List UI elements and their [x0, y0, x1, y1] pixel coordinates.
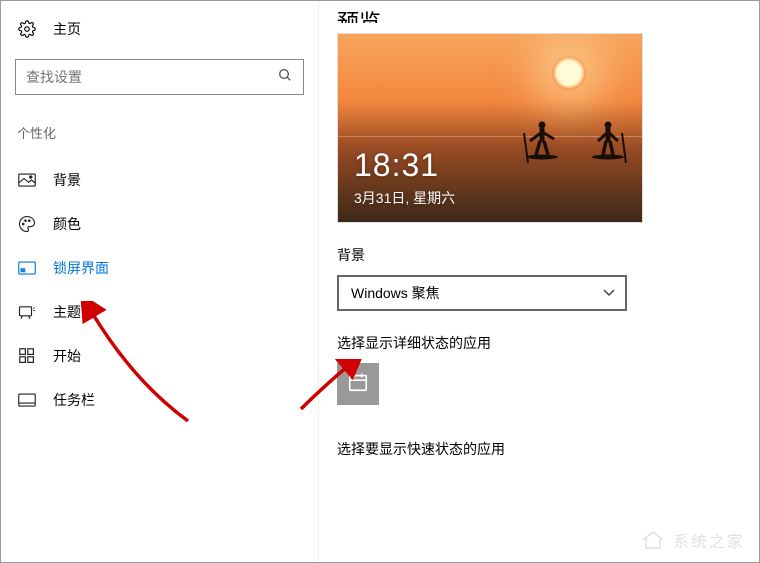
app-selector-calendar[interactable] — [337, 363, 379, 405]
preview-time: 18:31 — [354, 147, 439, 184]
palette-icon — [17, 215, 37, 233]
page-title: 预览 — [337, 5, 731, 23]
main-content: 预览 18:31 3月31日, 星期六 背景 Windows 聚焦 选择显示详细… — [319, 1, 759, 562]
sidebar-item-start[interactable]: 开始 — [15, 334, 304, 378]
search-input[interactable] — [26, 69, 277, 85]
sidebar-item-label: 锁屏界面 — [53, 258, 109, 278]
sidebar-item-color[interactable]: 颜色 — [15, 202, 304, 246]
sidebar: 主页 个性化 背景 颜色 锁屏界面 — [1, 1, 319, 562]
picture-icon — [17, 173, 37, 187]
sun-graphic — [552, 56, 586, 90]
theme-icon — [17, 304, 37, 320]
watermark: 系统之家 — [639, 528, 745, 552]
preview-date: 3月31日, 星期六 — [354, 188, 455, 208]
search-input-container[interactable] — [15, 59, 304, 95]
chevron-down-icon — [603, 286, 615, 300]
sidebar-item-label: 背景 — [53, 170, 81, 190]
home-label: 主页 — [53, 19, 81, 39]
background-label: 背景 — [337, 245, 731, 265]
background-dropdown[interactable]: Windows 聚焦 — [337, 275, 627, 311]
start-icon — [17, 348, 37, 364]
sidebar-item-background[interactable]: 背景 — [15, 158, 304, 202]
dropdown-value: Windows 聚焦 — [351, 283, 440, 303]
category-title: 个性化 — [15, 123, 304, 142]
watermark-text: 系统之家 — [673, 528, 745, 552]
taskbar-icon — [17, 393, 37, 407]
figure-graphic — [588, 119, 628, 167]
sidebar-item-taskbar[interactable]: 任务栏 — [15, 378, 304, 422]
sidebar-item-label: 任务栏 — [53, 390, 95, 410]
sidebar-item-label: 开始 — [53, 346, 81, 366]
sidebar-item-label: 主题 — [53, 302, 81, 322]
search-icon — [277, 67, 293, 88]
sidebar-home[interactable]: 主页 — [15, 19, 304, 39]
figure-graphic — [522, 119, 562, 167]
quick-status-label: 选择要显示快速状态的应用 — [337, 439, 731, 459]
lockscreen-preview: 18:31 3月31日, 星期六 — [337, 33, 643, 223]
sidebar-item-label: 颜色 — [53, 214, 81, 234]
sidebar-item-lockscreen[interactable]: 锁屏界面 — [15, 246, 304, 290]
lockscreen-icon — [17, 261, 37, 275]
gear-icon — [17, 20, 37, 38]
detailed-status-label: 选择显示详细状态的应用 — [337, 333, 731, 353]
calendar-icon — [347, 371, 369, 398]
sidebar-item-theme[interactable]: 主题 — [15, 290, 304, 334]
